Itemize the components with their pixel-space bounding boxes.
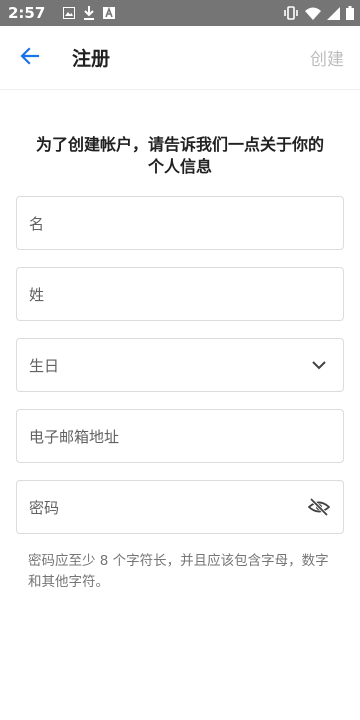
birthday-select[interactable]: 生日: [16, 338, 344, 392]
status-left: 2:57: [8, 4, 116, 22]
status-bar: 2:57: [0, 0, 360, 26]
download-icon: [83, 6, 95, 20]
status-time: 2:57: [8, 4, 46, 22]
status-right: [283, 6, 354, 20]
signal-icon: [327, 6, 340, 20]
password-placeholder: 密码: [29, 498, 60, 517]
image-icon: [63, 7, 76, 19]
wifi-icon: [305, 7, 321, 20]
email-placeholder: 电子邮箱地址: [29, 427, 120, 446]
create-button[interactable]: 创建: [310, 45, 344, 70]
vibrate-icon: [283, 6, 299, 20]
app-notification-icon: [103, 7, 116, 19]
signup-form: 名 姓 生日 电子邮箱地址 密码: [0, 196, 360, 534]
visibility-off-icon[interactable]: [307, 495, 331, 519]
password-hint: 密码应至少 8 个字符长，并且应该包含字母，数字和其他字符。: [28, 553, 329, 590]
first-name-placeholder: 名: [29, 214, 45, 233]
battery-icon: [346, 6, 354, 20]
last-name-field[interactable]: 姓: [16, 267, 344, 321]
email-field[interactable]: 电子邮箱地址: [16, 409, 344, 463]
arrow-back-icon: [20, 46, 40, 70]
chevron-down-icon: [307, 353, 331, 377]
first-name-field[interactable]: 名: [16, 196, 344, 250]
form-heading: 为了创建帐户，请告诉我们一点关于你的个人信息: [35, 135, 324, 176]
app-bar: 注册 创建: [0, 26, 360, 90]
page-title: 注册: [72, 48, 111, 70]
back-button[interactable]: [16, 44, 44, 72]
password-field[interactable]: 密码: [16, 480, 344, 534]
birthday-placeholder: 生日: [29, 356, 60, 375]
last-name-placeholder: 姓: [29, 285, 45, 304]
